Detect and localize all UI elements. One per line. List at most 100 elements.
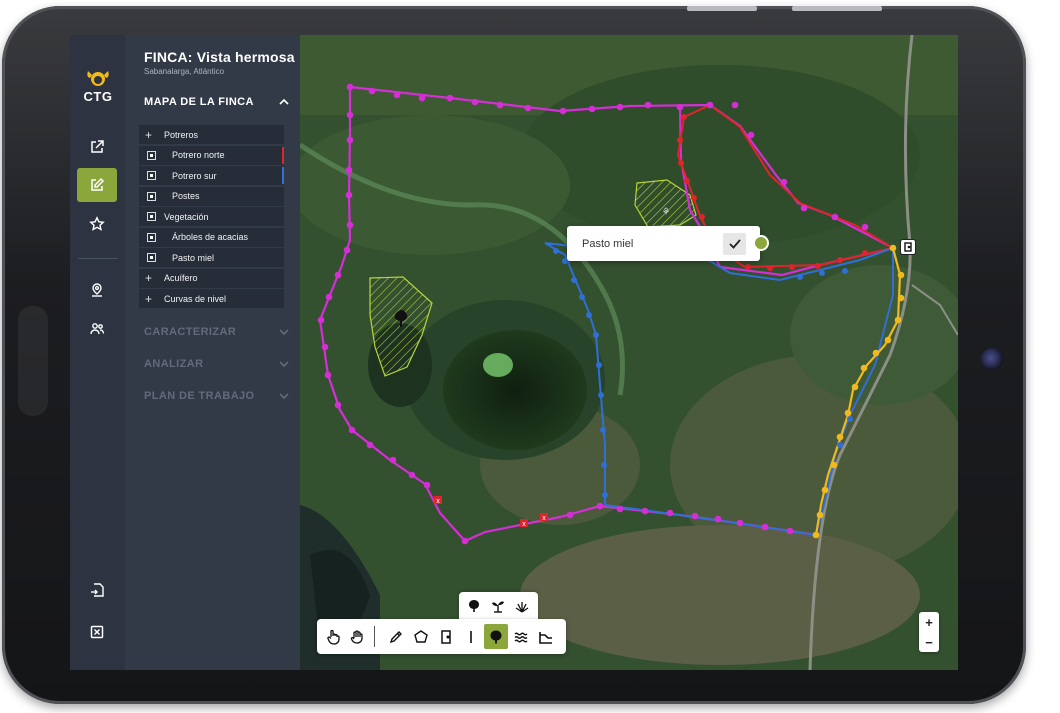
brand-name: CTG — [83, 89, 113, 104]
rail-divider — [78, 258, 118, 259]
layer-arboles-acacias[interactable]: Árboles de acacias — [139, 227, 284, 247]
water-icon — [514, 632, 528, 642]
color-picker-dot[interactable] — [753, 235, 769, 251]
layer-label: Curvas de nivel — [164, 293, 227, 304]
sprout-tool-button[interactable] — [487, 596, 509, 616]
expand-plus-icon: + — [145, 291, 153, 306]
vegetation-subtoolbar — [459, 592, 538, 620]
frame-glare — [18, 306, 48, 416]
sprout-icon — [492, 601, 504, 613]
layer-group-curvas-nivel[interactable]: + Curvas de nivel — [139, 289, 284, 308]
edit-map-button[interactable] — [77, 168, 117, 202]
post-icon — [470, 630, 472, 643]
chevron-down-icon — [279, 361, 289, 368]
section-map-header[interactable]: MAPA DE LA FINCA — [144, 96, 289, 108]
gate-marker[interactable] — [900, 239, 916, 255]
water-tool-button[interactable] — [509, 624, 533, 649]
layer-potrero-norte[interactable]: Potrero norte — [139, 145, 284, 165]
layers-panel: FINCA: Vista hermosa Sabanalarga, Atlánt… — [125, 35, 300, 670]
section-map-label: MAPA DE LA FINCA — [144, 96, 254, 108]
gate-icon — [441, 629, 451, 644]
layer-group-acuifero[interactable]: + Acuífero — [139, 268, 284, 288]
import-button[interactable] — [77, 573, 117, 607]
polygon-tool-button[interactable] — [409, 624, 433, 649]
layer-popup: Pasto miel — [567, 226, 769, 261]
hardware-button — [792, 6, 882, 11]
exit-button[interactable] — [77, 615, 117, 649]
layer-checkbox[interactable] — [147, 253, 156, 262]
layer-label: Potreros — [164, 129, 199, 140]
layer-checkbox[interactable] — [147, 232, 156, 242]
vegetation-tool-button[interactable] — [484, 624, 508, 649]
grass-tool-button[interactable] — [511, 596, 533, 616]
external-link-icon — [91, 140, 104, 153]
ctg-logo-icon — [85, 69, 111, 87]
layer-color-swatch — [282, 167, 284, 184]
tree-tool-button[interactable] — [463, 596, 485, 616]
expand-plus-icon: + — [145, 271, 153, 285]
section-work-plan-header[interactable]: PLAN DE TRABAJO — [144, 390, 289, 402]
section-analyze-label: ANALIZAR — [144, 358, 204, 370]
layer-checkbox[interactable] — [147, 191, 156, 201]
location-button[interactable] — [77, 273, 117, 307]
layer-label: Árboles de acacias — [172, 232, 249, 242]
star-icon — [89, 216, 105, 231]
gate-tool-button[interactable] — [434, 624, 458, 649]
polygon-icon — [414, 629, 428, 643]
layer-label: Pasto miel — [172, 252, 215, 263]
slope-tool-button[interactable] — [534, 624, 558, 649]
chevron-down-icon — [279, 393, 289, 400]
front-camera — [981, 348, 1003, 370]
grab-hand-icon — [350, 629, 363, 644]
satellite-map[interactable]: x x x ⚘ Pasto miel + − — [300, 35, 958, 670]
grass-icon — [515, 602, 529, 613]
layer-checkbox[interactable] — [147, 212, 156, 221]
layer-group-vegetacion[interactable]: Vegetación — [139, 207, 284, 226]
gate-icon — [904, 242, 912, 252]
layer-color-swatch — [282, 146, 284, 164]
confirm-button[interactable] — [723, 232, 746, 255]
svg-text:x: x — [542, 515, 546, 522]
layer-label: Postes — [172, 191, 200, 201]
svg-text:x: x — [522, 521, 526, 528]
pointer-hand-icon — [327, 629, 340, 645]
zoom-control: + − — [919, 612, 939, 652]
layer-group-potreros[interactable]: + Potreros — [139, 125, 284, 144]
tree-icon — [469, 600, 479, 612]
zoom-in-button[interactable]: + — [919, 612, 939, 632]
draw-line-tool-button[interactable] — [384, 624, 408, 649]
svg-text:x: x — [436, 498, 440, 505]
post-tool-button[interactable] — [459, 624, 483, 649]
share-button[interactable] — [77, 130, 117, 164]
drawing-toolbar — [317, 619, 566, 654]
chevron-down-icon — [279, 329, 289, 336]
layer-label: Vegetación — [164, 211, 209, 222]
layer-checkbox[interactable] — [147, 150, 156, 160]
section-characterize-label: CARACTERIZAR — [144, 326, 237, 338]
pan-tool-button[interactable] — [345, 624, 369, 649]
users-button[interactable] — [77, 312, 117, 346]
section-work-plan-label: PLAN DE TRABAJO — [144, 390, 255, 402]
layer-checkbox[interactable] — [147, 171, 156, 180]
expand-plus-icon: + — [145, 127, 153, 142]
favorites-button[interactable] — [77, 207, 117, 241]
select-tool-button[interactable] — [321, 624, 345, 649]
pencil-icon — [389, 630, 402, 643]
check-icon — [728, 238, 741, 249]
zoom-out-button[interactable]: − — [919, 632, 939, 652]
hardware-button — [687, 6, 757, 11]
layer-pasto-miel[interactable]: Pasto miel — [139, 248, 284, 267]
users-icon — [90, 323, 105, 335]
toolbar-divider — [374, 626, 375, 647]
map-canvas[interactable]: x x x ⚘ — [300, 35, 958, 670]
layer-postes[interactable]: Postes — [139, 186, 284, 206]
section-characterize-header[interactable]: CARACTERIZAR — [144, 326, 289, 338]
layer-potrero-sur[interactable]: Potrero sur — [139, 166, 284, 185]
layer-label: Acuífero — [164, 273, 198, 283]
import-icon — [91, 583, 104, 597]
edit-icon — [91, 177, 105, 191]
app-screen: CTG FINCA: Vista hermosa Sabanalarga, At… — [70, 35, 958, 670]
section-analyze-header[interactable]: ANALIZAR — [144, 358, 289, 370]
layer-label: Potrero sur — [172, 170, 217, 181]
farm-title: FINCA: Vista hermosa — [144, 49, 295, 65]
